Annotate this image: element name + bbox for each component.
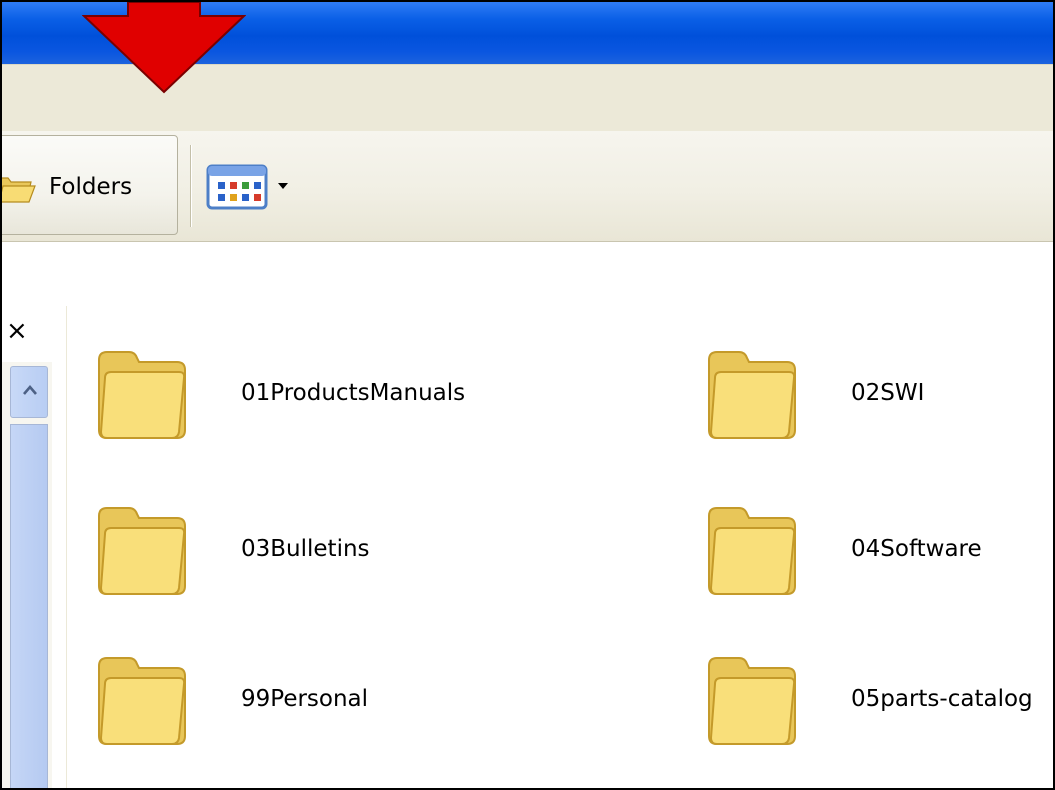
- menu-bar: [2, 64, 1053, 132]
- folder-item[interactable]: 01ProductsManuals: [93, 342, 473, 442]
- folder-label: 03Bulletins: [241, 536, 370, 562]
- folder-icon: [708, 507, 796, 595]
- folder-icon: [708, 657, 796, 745]
- address-bar[interactable]: [2, 242, 1053, 308]
- close-icon[interactable]: ×: [6, 318, 28, 344]
- folder-item[interactable]: 02SWI: [703, 342, 1053, 442]
- folder-label: 01ProductsManuals: [241, 380, 466, 406]
- folder-item[interactable]: 05parts-catalog: [703, 648, 1053, 748]
- toolbar-separator: [190, 145, 192, 227]
- folder-label: 02SWI: [851, 380, 925, 406]
- chevron-up-icon: [23, 385, 37, 395]
- folder-label: 99Personal: [241, 686, 369, 712]
- scrollbar-track[interactable]: [10, 424, 48, 788]
- folder-label: 05parts-catalog: [851, 686, 1033, 712]
- views-dropdown-arrow-icon[interactable]: [278, 183, 288, 189]
- vertical-scrollbar[interactable]: [2, 362, 52, 788]
- folder-view: 01ProductsManuals 02SWI 03Bulletins 04So…: [67, 306, 1053, 788]
- scroll-up-button[interactable]: [10, 366, 48, 418]
- folder-item[interactable]: 04Software: [703, 498, 1053, 598]
- folders-button-label: Folders: [49, 174, 133, 200]
- explorer-window: Folders × 01ProductsManuals 02SWI 03Bull…: [0, 0, 1055, 790]
- standard-toolbar: Folders: [2, 131, 1053, 242]
- navigation-pane: ×: [2, 306, 67, 788]
- folder-icon: [98, 507, 186, 595]
- folder-icon: [98, 351, 186, 439]
- views-button[interactable]: [200, 159, 300, 217]
- views-thumbnails-icon: [206, 164, 268, 210]
- folders-button[interactable]: Folders: [2, 135, 178, 235]
- folder-icon: [708, 351, 796, 439]
- folder-item[interactable]: 03Bulletins: [93, 498, 473, 598]
- title-bar[interactable]: [2, 2, 1053, 64]
- folder-open-icon: [2, 177, 36, 203]
- folder-item[interactable]: 99Personal: [93, 648, 473, 748]
- folder-label: 04Software: [851, 536, 982, 562]
- folder-icon: [98, 657, 186, 745]
